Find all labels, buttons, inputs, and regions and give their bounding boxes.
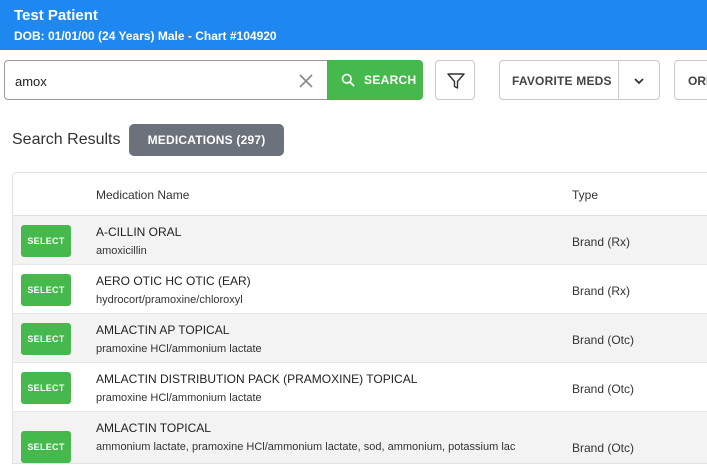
order-button-label: ORI xyxy=(688,74,707,88)
chevron-down-icon xyxy=(634,78,644,85)
medication-name: AMLACTIN DISTRIBUTION PACK (PRAMOXINE) T… xyxy=(96,372,418,386)
patient-header: Test Patient DOB: 01/01/00 (24 Years) Ma… xyxy=(0,0,707,50)
medication-type: Brand (Otc) xyxy=(572,333,635,347)
table-header: Medication Name Type xyxy=(13,173,707,216)
favorite-meds-label: FAVORITE MEDS xyxy=(512,74,612,88)
medication-name: AERO OTIC HC OTIC (EAR) xyxy=(96,274,251,288)
table-row: SELECT A-CILLIN ORAL amoxicillin Brand (… xyxy=(13,216,707,265)
select-button[interactable]: SELECT xyxy=(21,274,71,306)
medication-type: Brand (Otc) xyxy=(572,441,635,455)
medication-generic: amoxicillin xyxy=(96,245,147,257)
select-button[interactable]: SELECT xyxy=(21,372,71,404)
medication-name: AMLACTIN AP TOPICAL xyxy=(96,323,230,337)
table-row: SELECT AMLACTIN AP TOPICAL pramoxine HCl… xyxy=(13,314,707,363)
select-button[interactable]: SELECT xyxy=(21,431,71,463)
column-header-type: Type xyxy=(572,188,599,202)
medication-generic: hydrocort/pramoxine/chloroxyl xyxy=(96,294,243,306)
search-results-label: Search Results xyxy=(12,131,121,148)
search-input[interactable] xyxy=(15,71,285,91)
filter-button[interactable] xyxy=(435,60,475,100)
order-button[interactable]: ORI xyxy=(674,60,707,100)
select-button[interactable]: SELECT xyxy=(21,225,71,257)
medication-name: A-CILLIN ORAL xyxy=(96,225,182,239)
results-table: Medication Name Type SELECT A-CILLIN ORA… xyxy=(12,172,707,464)
patient-name: Test Patient xyxy=(14,7,98,24)
search-field[interactable] xyxy=(4,60,327,100)
column-header-name: Medication Name xyxy=(96,188,190,202)
medication-type: Brand (Otc) xyxy=(572,382,635,396)
search-button[interactable]: SEARCH xyxy=(327,60,423,100)
medication-type: Brand (Rx) xyxy=(572,235,631,249)
table-row: SELECT AMLACTIN DISTRIBUTION PACK (PRAMO… xyxy=(13,363,707,412)
table-row: SELECT AERO OTIC HC OTIC (EAR) hydrocort… xyxy=(13,265,707,314)
table-row: SELECT AMLACTIN TOPICAL ammonium lactate… xyxy=(13,412,707,463)
clear-icon[interactable] xyxy=(296,71,316,91)
patient-details: DOB: 01/01/00 (24 Years) Male - Chart #1… xyxy=(14,29,277,43)
medication-name: AMLACTIN TOPICAL xyxy=(96,421,211,435)
tab-medications[interactable]: MEDICATIONS (297) xyxy=(129,124,284,156)
select-button[interactable]: SELECT xyxy=(21,323,71,355)
search-icon xyxy=(341,73,355,87)
medication-type: Brand (Rx) xyxy=(572,284,631,298)
search-button-label: SEARCH xyxy=(364,73,417,87)
medication-generic: pramoxine HCl/ammonium lactate xyxy=(96,392,262,404)
filter-icon xyxy=(447,73,465,89)
medication-generic: pramoxine HCl/ammonium lactate xyxy=(96,343,262,355)
favorite-meds-dropdown[interactable] xyxy=(618,60,660,100)
favorite-meds-button[interactable]: FAVORITE MEDS xyxy=(499,60,619,100)
medication-generic: ammonium lactate, pramoxine HCl/ammonium… xyxy=(96,441,516,453)
